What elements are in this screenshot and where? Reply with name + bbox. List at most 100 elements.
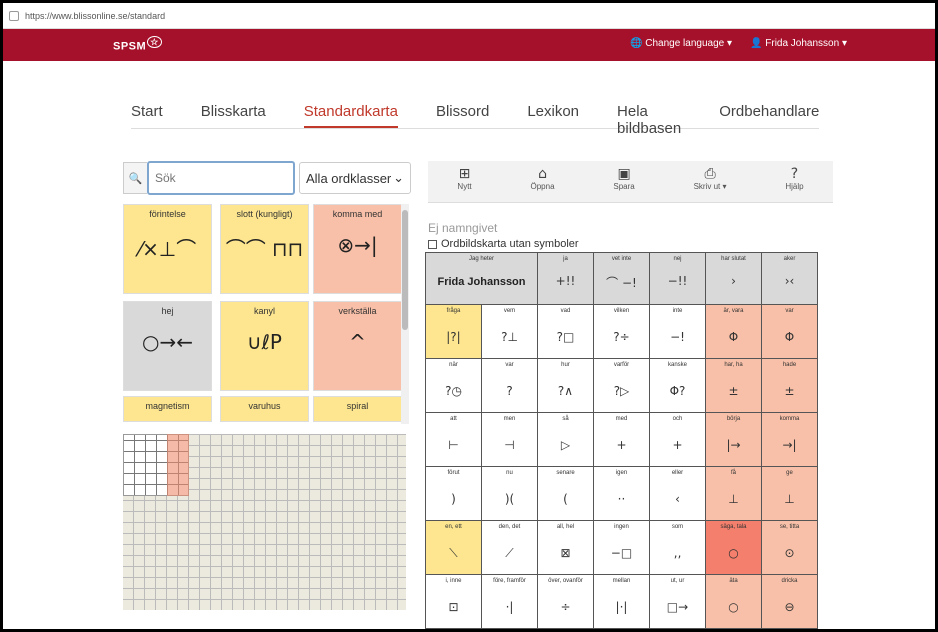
grid-cell[interactable]: vilken ?÷ [593,304,650,359]
grid-header-cell[interactable]: nej −!! [649,252,706,305]
grid-cell[interactable]: ingen −□ [593,520,650,575]
grid-cell[interactable]: den, det ⟋ [481,520,538,575]
grid-cell[interactable]: igen ·· [593,466,650,521]
card-symbol: ⁄×⊥⌒ [138,237,197,261]
no-symbols-option[interactable]: Ordbildskarta utan symboler [428,238,579,250]
symbol-card[interactable]: verkställa ^ [313,301,402,391]
symbol-card[interactable]: kanyl ∪ℓP [220,301,309,391]
grid-header-cell[interactable]: vet inte ⌒ −! [593,252,650,305]
grid-cell[interactable]: en, ett ⟍ [425,520,482,575]
grid-cell[interactable]: men ⊣ [481,412,538,467]
grid-cell[interactable]: se, titta ⊙ [761,520,818,575]
grid-cell[interactable]: vem ?⊥ [481,304,538,359]
change-language-menu[interactable]: 🌐 Change language ▾ [630,38,732,49]
tab-standardkarta[interactable]: Standardkarta [303,103,398,128]
grid-cell[interactable]: ut, ur □→ [649,574,706,629]
tab-lexikon[interactable]: Lexikon [527,103,579,128]
page-icon [9,10,19,21]
grid-cell[interactable]: dricka ⊖ [761,574,818,629]
symbol-card[interactable]: förintelse ⁄×⊥⌒ [123,204,212,294]
card-symbol: ^ [349,330,366,354]
no-symbols-checkbox[interactable] [428,239,437,249]
grid-cell[interactable]: varför ?▷ [593,358,650,413]
grid-cell[interactable]: fråga |?| [425,304,482,359]
grid-cell[interactable]: att ⊢ [425,412,482,467]
symbol-card[interactable]: komma med ⊗→| [313,204,402,294]
grid-cell[interactable]: och + [649,412,706,467]
grid-cell[interactable]: hade ± [761,358,818,413]
card-symbol: ⌒⌒ ⊓⊓ [225,237,304,261]
minimap-highlight [167,434,189,496]
card-symbol: ⊗→| [337,233,378,257]
spsm-logo[interactable]: SPSM ☆ [113,36,162,53]
cards-scrollbar[interactable] [401,204,409,424]
card-label: magnetism [145,401,190,411]
skriv-icon: ⎙ [704,166,716,182]
user-menu[interactable]: 👤 Frida Johansson ▾ [750,38,847,49]
grid-cell[interactable]: mellan |·| [593,574,650,629]
grid-cell[interactable]: har, ha ± [705,358,762,413]
spara-icon: ▣ [617,166,631,182]
toolbar-nytt-button[interactable]: ⊞ Nytt [457,161,471,202]
card-label: kanyl [253,306,275,316]
symbol-chart-grid: Jag heter Frida Johansson ja +!! vet inte ⌒ −… [425,252,833,629]
chart-title[interactable]: Ej namngivet [428,221,497,235]
grid-cell[interactable]: säga, tala ○ [705,520,762,575]
tab-blissord[interactable]: Blissord [436,103,489,128]
grid-cell[interactable]: börja |→ [705,412,762,467]
grid-cell[interactable]: komma →| [761,412,818,467]
grid-cell[interactable]: ge ⊥ [761,466,818,521]
chevron-down-icon: ⌄ [393,170,404,185]
grid-cell[interactable]: hur ?∧ [537,358,594,413]
grid-cell[interactable]: är, vara Φ [705,304,762,359]
wordclass-select[interactable]: Alla ordklasser ⌄ [299,162,411,194]
grid-cell[interactable]: kanske Φ? [649,358,706,413]
tab-hela-bildbasen[interactable]: Hela bildbasen [617,103,681,137]
grid-cell[interactable]: över, ovanför ÷ [537,574,594,629]
grid-cell[interactable]: få ⊥ [705,466,762,521]
grid-cell[interactable]: eller ‹ [649,466,706,521]
symbol-cards: förintelse ⁄×⊥⌒ slott (kungligt) ⌒⌒ ⊓⊓ komma… [123,204,411,428]
grid-cell[interactable]: i, inne ⊡ [425,574,482,629]
öppna-icon: ⌂ [538,166,547,182]
symbol-card[interactable]: hej ○→← [123,301,212,391]
grid-cell[interactable]: äta ○ [705,574,762,629]
chart-minimap[interactable] [123,434,406,610]
top-bar: SPSM ☆ 🌐 Change language ▾ 👤 Frida Johans… [3,29,935,61]
address-bar[interactable]: https://www.blissonline.se/standard [3,3,935,29]
toolbar-öppna-button[interactable]: ⌂ Öppna [531,161,555,202]
grid-cell[interactable]: förut) [425,466,482,521]
tab-start[interactable]: Start [131,103,163,128]
toolbar-hjälp-button[interactable]: ? Hjälp [785,161,803,202]
card-label: spiral [346,401,369,411]
grid-cell[interactable]: som ‚‚ [649,520,706,575]
grid-cell[interactable]: senare( [537,466,594,521]
symbol-card[interactable]: magnetism [123,396,212,422]
grid-header-cell[interactable]: ja +!! [537,252,594,305]
grid-cell[interactable]: var Φ [761,304,818,359]
grid-cell[interactable]: all, hel ⊠ [537,520,594,575]
grid-header-cell[interactable]: aker ›‹ [761,252,818,305]
grid-header-cell[interactable]: Jag heter Frida Johansson [425,252,538,305]
symbol-card[interactable]: varuhus [220,396,309,422]
tab-blisskarta[interactable]: Blisskarta [201,103,266,128]
toolbar-skriv-button[interactable]: ⎙ Skriv ut ▾ [694,161,727,202]
card-label: slott (kungligt) [236,209,293,219]
hjälp-icon: ? [790,166,799,182]
grid-cell[interactable]: var? [481,358,538,413]
grid-cell[interactable]: inte −! [649,304,706,359]
grid-cell[interactable]: när ?◷ [425,358,482,413]
symbol-card[interactable]: slott (kungligt) ⌒⌒ ⊓⊓ [220,204,309,294]
tab-ordbehandlare[interactable]: Ordbehandlare [719,103,819,128]
symbol-card[interactable]: spiral [313,396,402,422]
grid-cell[interactable]: nu)( [481,466,538,521]
url-text[interactable]: https://www.blissonline.se/standard [25,11,165,21]
card-label: komma med [332,209,383,219]
grid-header-cell[interactable]: har slutat › [705,252,762,305]
grid-cell[interactable]: vad ?□ [537,304,594,359]
search-input[interactable] [147,161,295,195]
toolbar-spara-button[interactable]: ▣ Spara [613,161,634,202]
grid-cell[interactable]: så ▷ [537,412,594,467]
grid-cell[interactable]: före, framför ·| [481,574,538,629]
grid-cell[interactable]: med + [593,412,650,467]
